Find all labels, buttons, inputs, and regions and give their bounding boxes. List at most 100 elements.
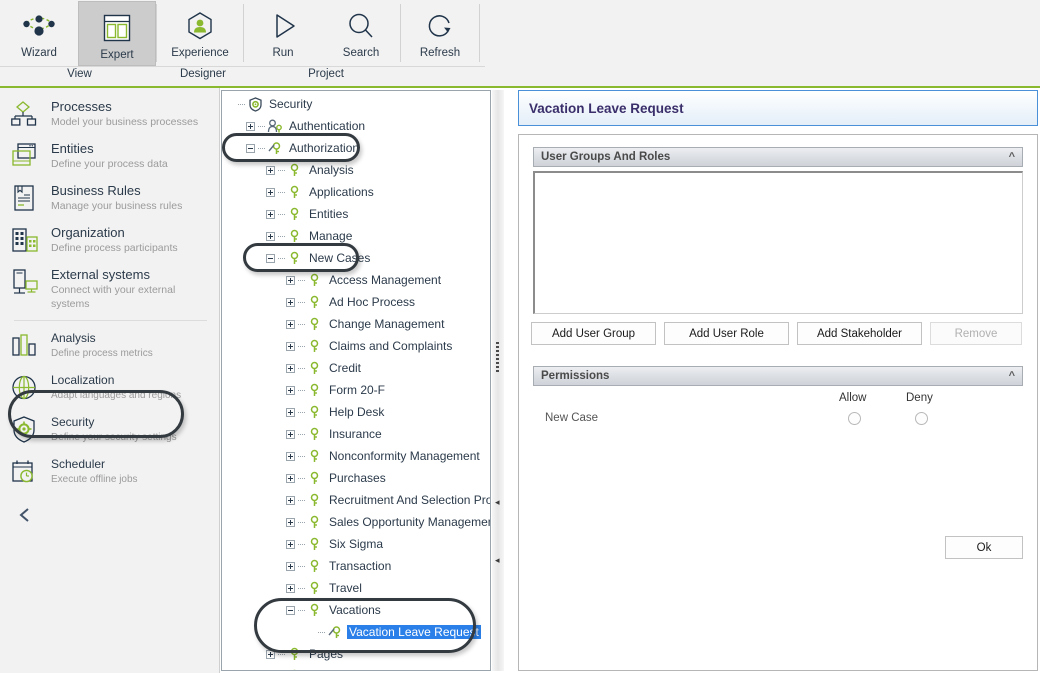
tree-expand-icon[interactable] [246, 122, 255, 131]
tree-node[interactable]: Claims and Complaints [222, 335, 490, 357]
tree-expand-icon[interactable] [266, 210, 275, 219]
section-header-user-groups-and-roles[interactable]: User Groups And Roles ^ [533, 147, 1023, 167]
ribbon-button-run[interactable]: Run [244, 0, 322, 66]
tree-collapse-icon[interactable] [266, 254, 275, 263]
splitter-arrow-up-icon[interactable]: ◂ [495, 498, 500, 507]
sidebar-item-localization[interactable]: Localization Adapt languages and regions [0, 367, 219, 409]
tree-expand-icon[interactable] [286, 584, 295, 593]
sidebar-item-security[interactable]: Security Define your security settings [0, 409, 219, 451]
security-tree-panel[interactable]: SecurityAuthenticationAuthorizationAnaly… [221, 90, 491, 671]
tree-collapse-icon[interactable] [246, 144, 255, 153]
tree-connector [298, 368, 305, 369]
ribbon-button-label: Experience [171, 47, 229, 59]
tree-node[interactable]: Applications [222, 181, 490, 203]
tree-node[interactable]: Transaction [222, 555, 490, 577]
tree-connector [298, 434, 305, 435]
tree-node[interactable]: Manage [222, 225, 490, 247]
tree-node[interactable]: Form 20-F [222, 379, 490, 401]
page-title: Vacation Leave Request [529, 101, 684, 116]
sidebar-item-analysis[interactable]: Analysis Define process metrics [0, 325, 219, 367]
tree-node[interactable]: Nonconformity Management [222, 445, 490, 467]
tree-expand-icon[interactable] [286, 386, 295, 395]
ribbon-button-wizard[interactable]: Wizard [0, 0, 78, 66]
tree-node[interactable]: Recruitment And Selection Process [222, 489, 490, 511]
splitter-grip-icon [496, 342, 499, 374]
tree-collapse-icon[interactable] [286, 606, 295, 615]
tree-expand-icon[interactable] [286, 496, 295, 505]
tree-expand-icon[interactable] [286, 364, 295, 373]
tree-expand-icon[interactable] [286, 540, 295, 549]
key-diagonal-icon [267, 140, 283, 156]
ok-button[interactable]: Ok [945, 536, 1023, 559]
tree-node[interactable]: Ad Hoc Process [222, 291, 490, 313]
add-stakeholder-button[interactable]: Add Stakeholder [797, 322, 922, 345]
tree-node[interactable]: Credit [222, 357, 490, 379]
tree-node[interactable]: Analysis [222, 159, 490, 181]
tree-node[interactable]: Access Management [222, 269, 490, 291]
sidebar-item-external-systems[interactable]: External systems Connect with your exter… [0, 261, 219, 316]
tree-node-label: Form 20-F [327, 383, 387, 397]
ribbon-button-expert[interactable]: Expert [78, 1, 156, 66]
key-icon [287, 250, 303, 266]
tree-expand-icon[interactable] [286, 298, 295, 307]
ribbon-button-label: Wizard [21, 47, 57, 59]
sidebar-item-organization[interactable]: Organization Define process participants [0, 219, 219, 261]
tree-node[interactable]: Six Sigma [222, 533, 490, 555]
user-groups-and-roles-listbox[interactable] [533, 171, 1023, 314]
tree-expand-icon[interactable] [266, 188, 275, 197]
chevron-up-icon[interactable]: ^ [1009, 151, 1015, 163]
tree-expand-icon[interactable] [286, 430, 295, 439]
permission-deny-radio[interactable] [915, 412, 928, 425]
tree-node-label: Nonconformity Management [327, 449, 482, 463]
tree-expand-icon[interactable] [286, 320, 295, 329]
tree-expand-icon[interactable] [266, 166, 275, 175]
tree-node[interactable]: Entities [222, 203, 490, 225]
key-icon [307, 426, 323, 442]
tree-expand-icon[interactable] [286, 342, 295, 351]
tree-expand-icon[interactable] [286, 562, 295, 571]
tree-node[interactable]: New Cases [222, 247, 490, 269]
sidebar-item-subtitle: Manage your business rules [51, 199, 182, 213]
tree-node[interactable]: Purchases [222, 467, 490, 489]
tree-node[interactable]: Vacation Leave Request [222, 621, 490, 643]
tree-node[interactable]: Policies [222, 665, 490, 671]
tree-expand-icon[interactable] [286, 408, 295, 417]
add-user-group-button[interactable]: Add User Group [531, 322, 656, 345]
add-user-role-button[interactable]: Add User Role [664, 322, 789, 345]
tree-node[interactable]: Pages [222, 643, 490, 665]
chevron-up-icon[interactable]: ^ [1009, 370, 1015, 382]
tree-expand-icon[interactable] [266, 232, 275, 241]
tree-node[interactable]: Authentication [222, 115, 490, 137]
section-header-permissions[interactable]: Permissions ^ [533, 366, 1023, 386]
sidebar-item-business-rules[interactable]: Business Rules Manage your business rule… [0, 177, 219, 219]
tree-expand-icon[interactable] [286, 474, 295, 483]
sidebar-item-entities[interactable]: Entities Define your process data [0, 135, 219, 177]
panel-splitter[interactable]: ◂ ◂ [492, 90, 504, 671]
tree-connector [298, 478, 305, 479]
tree-node[interactable]: Change Management [222, 313, 490, 335]
tree-node[interactable]: Travel [222, 577, 490, 599]
tree-connector [278, 170, 285, 171]
ribbon-button-refresh[interactable]: Refresh [401, 0, 479, 66]
splitter-arrow-down-icon[interactable]: ◂ [495, 556, 500, 565]
tree-node[interactable]: Help Desk [222, 401, 490, 423]
tree-expand-icon[interactable] [286, 276, 295, 285]
tree-expand-icon[interactable] [266, 650, 275, 659]
sidebar-item-scheduler[interactable]: Scheduler Execute offline jobs [0, 451, 219, 493]
tree-node-label: Credit [327, 361, 363, 375]
tree-node[interactable]: Vacations [222, 599, 490, 621]
tree-node[interactable]: Security [222, 93, 490, 115]
ribbon-button-search[interactable]: Search [322, 0, 400, 66]
tree-node[interactable]: Insurance [222, 423, 490, 445]
tree-expand-icon[interactable] [286, 518, 295, 527]
tree-connector [298, 390, 305, 391]
tree-expand-icon[interactable] [286, 452, 295, 461]
ribbon-button-experience[interactable]: Experience [157, 0, 243, 66]
permission-allow-radio[interactable] [848, 412, 861, 425]
tree-node[interactable]: Sales Opportunity Management [222, 511, 490, 533]
sidebar-collapse-button[interactable] [0, 493, 219, 528]
tree-node[interactable]: Authorization [222, 137, 490, 159]
key-icon [307, 382, 323, 398]
sidebar-item-processes[interactable]: Processes Model your business processes [0, 93, 219, 135]
chevron-left-icon [18, 507, 32, 523]
